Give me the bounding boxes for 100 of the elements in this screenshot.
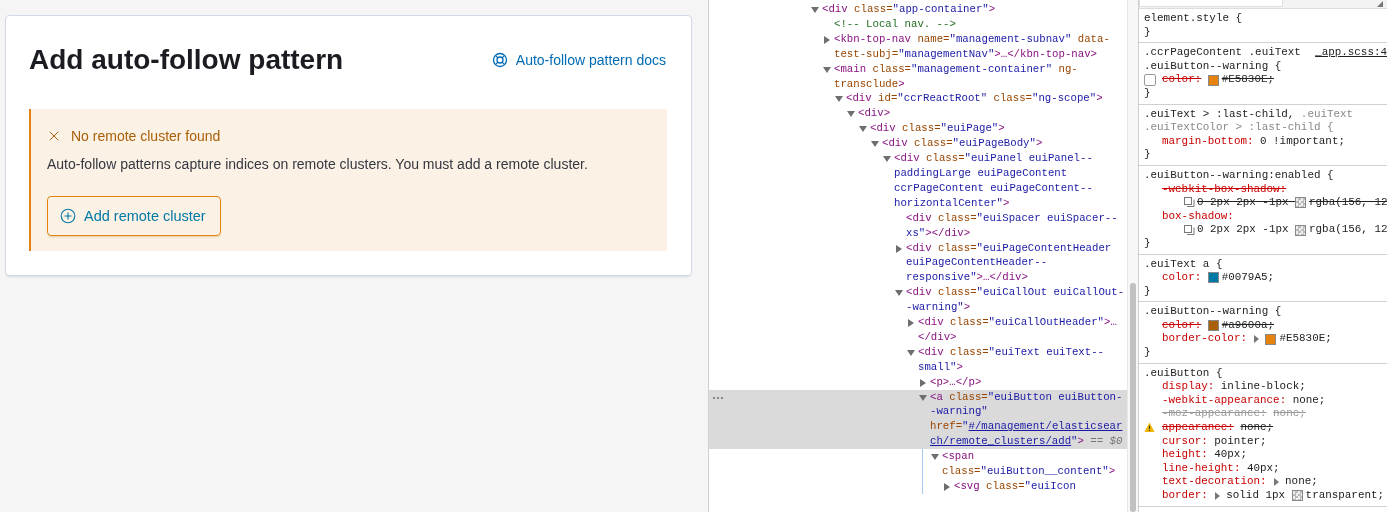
closing-brace: } [1144, 25, 1152, 40]
css-selector: .euiText [1300, 107, 1355, 122]
tree-row[interactable]: <div class="app-container"> [709, 2, 1127, 17]
tree-row[interactable]: <div class="euiPageContentHeader euiPageContentHeader--responsive">…</div> [709, 240, 1127, 286]
css-value[interactable]: transparent; [1305, 489, 1385, 503]
css-value[interactable]: 40px; [1214, 448, 1247, 462]
page-title: Add auto-follow pattern [29, 43, 344, 77]
dom-node[interactable]: <div class="euiCallOutHeader">…</div> [918, 315, 1127, 345]
dom-node[interactable]: <div class="euiPageContentHeader euiPageContentHeader--responsive">…</div> [906, 240, 1127, 286]
dom-node[interactable]: <p>…</p> [930, 374, 1127, 390]
caret-down-icon [907, 348, 915, 357]
css-property[interactable]: cursor: [1162, 434, 1208, 449]
css-property[interactable]: border-color: [1162, 332, 1247, 347]
tree-row[interactable]: <main class="management-container" ng-transclude> [709, 61, 1127, 92]
dom-node[interactable]: <div class="euiSpacer euiSpacer--xs"></div> [906, 210, 1127, 241]
tree-row[interactable]: <div class="euiCallOutHeader">…</div> [709, 315, 1127, 345]
css-property[interactable]: margin-bottom: [1162, 134, 1254, 149]
tree-row[interactable]: <a class="euiButton euiButton--warning" href="#/management/elasticsearch/remote_clusters/add"> == $0 [709, 389, 1127, 450]
tree-row[interactable]: <div id="ccrReactRoot" class="ng-scope"> [709, 91, 1127, 107]
css-value[interactable]: #a9600a; [1221, 318, 1274, 333]
css-selector: element.style { [1144, 12, 1243, 26]
css-selector: .ccrPageContent .euiText .euiButton--warning { [1144, 46, 1302, 74]
dom-node[interactable]: <div id="ccrReactRoot" class="ng-scope"> [846, 91, 1127, 107]
scrollbar-thumb[interactable] [1130, 283, 1136, 512]
css-value[interactable]: 0 2px 2px -1px [1197, 196, 1296, 210]
css-property[interactable]: height: [1162, 448, 1208, 462]
tree-row[interactable]: <svg class="euiIcon [709, 479, 1127, 494]
shadow-editor-icon [1184, 197, 1195, 209]
css-value[interactable]: #E5830E; [1221, 73, 1274, 87]
dom-node[interactable]: <div class="euiPage"> [870, 121, 1127, 137]
css-property[interactable]: -webkit-appearance: [1162, 393, 1287, 408]
css-property[interactable]: appearance: [1162, 421, 1234, 435]
filter-field[interactable] [1139, 0, 1283, 7]
checkbox[interactable] [1144, 74, 1156, 87]
css-value[interactable]: rgba(156, 12 [1309, 196, 1387, 210]
tree-row[interactable]: <kbn-top-nav name="management-subnav" data-test-subj="managementNav">…</kbn-top-nav> [709, 31, 1127, 62]
css-value[interactable]: none; [1240, 421, 1274, 435]
tree-row[interactable]: <p>…</p> [709, 374, 1127, 390]
css-selector: .euiTextColor > :last-child { [1144, 121, 1334, 135]
tree-row[interactable]: <div class="euiText euiText--small"> [709, 344, 1127, 375]
css-value[interactable]: 40px; [1246, 461, 1280, 476]
tree-row[interactable]: <div class="euiPage"> [709, 121, 1127, 137]
tree-row[interactable]: <div class="euiCallOut euiCallOut--warning"> [709, 285, 1127, 316]
css-value[interactable]: rgba(156, 12 [1309, 223, 1387, 237]
css-property[interactable]: color: [1162, 73, 1202, 87]
dom-node[interactable]: <div> [858, 106, 1127, 122]
add-remote-cluster-button[interactable]: Add remote cluster [47, 196, 221, 236]
transparent-swatch[interactable] [1295, 224, 1307, 236]
css-property[interactable]: border: [1162, 489, 1208, 503]
dom-node[interactable]: <main class="management-container" ng-transclude> [834, 61, 1127, 92]
docs-link[interactable]: Auto-follow pattern docs [491, 52, 666, 68]
transparent-swatch[interactable] [1291, 490, 1303, 502]
expand-triangle-icon [1214, 491, 1222, 500]
css-property[interactable]: line-height: [1162, 461, 1241, 476]
css-property[interactable]: text-decoration: [1162, 475, 1267, 489]
css-value[interactable]: solid 1px [1226, 489, 1292, 503]
tree-row[interactable]: <div class="euiSpacer euiSpacer--xs"></div> [709, 210, 1127, 241]
closing-brace: } [1144, 236, 1152, 251]
css-value[interactable]: #0079A5; [1221, 271, 1274, 285]
color-swatch[interactable] [1207, 320, 1219, 332]
tree-row[interactable]: <span class="euiButton__content"> [709, 449, 1127, 479]
dom-node[interactable]: <span class="euiButton__content"> [942, 449, 1127, 479]
color-swatch[interactable] [1207, 272, 1219, 284]
css-value[interactable]: 0 2px 2px -1px [1197, 223, 1296, 237]
transparent-swatch[interactable] [1295, 197, 1307, 209]
dom-node[interactable]: <kbn-top-nav name="management-subnav" data-test-subj="managementNav">…</kbn-top-nav> [834, 31, 1127, 62]
color-swatch[interactable] [1265, 333, 1277, 345]
css-value[interactable]: inline-block; [1220, 380, 1306, 394]
dom-node[interactable]: <div class="euiPageBody"> [882, 136, 1127, 152]
color-swatch[interactable] [1207, 74, 1219, 86]
css-value[interactable]: #E5830E; [1279, 332, 1332, 347]
css-property[interactable]: box-shadow: [1162, 209, 1234, 224]
css-property[interactable]: display: [1162, 380, 1215, 394]
css-property[interactable]: -webkit-box-shadow: [1162, 182, 1287, 197]
dom-node[interactable]: <div class="euiPanel euiPanel--paddingLarge euiPageContent ccrPageContent euiPageContent--horizontalCenter"> [894, 151, 1127, 211]
dom-node[interactable]: <div class="app-container"> [822, 2, 1127, 17]
shadow-editor-icon [1184, 224, 1195, 236]
tree-row[interactable]: <!-- Local nav. --> [709, 16, 1127, 32]
css-value[interactable]: 0 !important; [1260, 134, 1345, 149]
css-value[interactable]: none; [1292, 393, 1326, 408]
source-link[interactable]: _app.scss:4 [1315, 46, 1387, 60]
css-property[interactable]: color: [1162, 271, 1202, 285]
dom-node[interactable]: <div class="euiCallOut euiCallOut--warning"> [906, 285, 1127, 316]
closing-brace: } [1144, 148, 1152, 162]
tree-row[interactable]: <div> [709, 106, 1127, 122]
plus-circle-icon [60, 208, 76, 224]
css-value[interactable]: none; [1285, 475, 1318, 489]
dom-node[interactable]: <!-- Local nav. --> [834, 16, 1127, 32]
css-value[interactable]: pointer; [1214, 434, 1267, 449]
dom-node[interactable]: <a class="euiButton euiButton--warning" href="#/management/elasticsearch/remote_clusters/add"> == $0 [930, 389, 1127, 450]
closing-brace: } [1144, 346, 1152, 360]
tree-row[interactable]: <div class="euiPageBody"> [709, 136, 1127, 152]
dom-node[interactable]: <div class="euiText euiText--small"> [918, 344, 1127, 375]
tree-row[interactable]: <div class="euiPanel euiPanel--paddingLarge euiPageContent ccrPageContent euiPageContent--horizontalCenter"> [709, 151, 1127, 211]
css-property[interactable]: color: [1162, 318, 1202, 333]
caret-right-icon [943, 483, 951, 491]
more-icon [712, 395, 724, 400]
expand-triangle-icon [1253, 335, 1261, 344]
css-selector: .euiButton { [1144, 366, 1223, 381]
dom-node[interactable]: <svg class="euiIcon [954, 479, 1127, 494]
